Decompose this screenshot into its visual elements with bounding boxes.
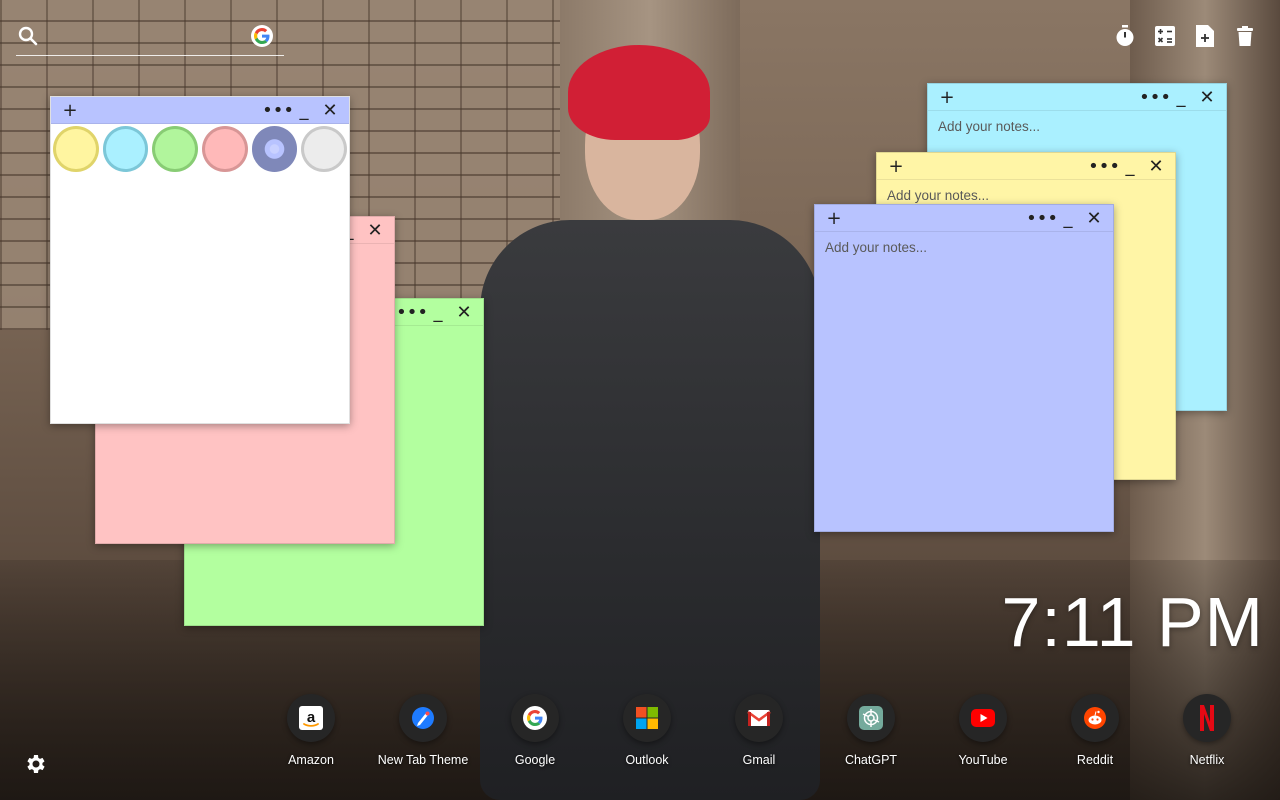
minimize-note-button[interactable]: _ (1117, 154, 1143, 178)
note-header: + ••• _ ✕ (877, 153, 1175, 180)
note-textarea[interactable] (815, 232, 1113, 531)
color-palette (51, 124, 349, 174)
gear-icon[interactable] (24, 752, 48, 776)
color-swatch-gray[interactable] (301, 126, 348, 172)
minimize-note-button[interactable]: _ (425, 300, 451, 324)
clock: 7:11 PM (1001, 583, 1264, 661)
color-swatch-green[interactable] (152, 126, 199, 172)
add-note-button[interactable]: + (883, 154, 909, 178)
minimize-note-button[interactable]: _ (291, 98, 317, 122)
note-menu-button[interactable]: ••• (396, 300, 428, 324)
svg-text:a: a (307, 709, 316, 726)
search-input[interactable] (46, 24, 246, 50)
close-note-button[interactable]: ✕ (451, 300, 477, 324)
note-header: + ••• _ ✕ (928, 84, 1226, 111)
chatgpt-icon (847, 694, 895, 742)
note-header: + ••• _ ✕ (815, 205, 1113, 232)
note-menu-button[interactable]: ••• (1026, 206, 1058, 230)
shortcut-label: Gmail (742, 753, 776, 767)
netflix-icon (1183, 694, 1231, 742)
google-icon[interactable] (251, 25, 273, 47)
note-header: + ••• _ ✕ (51, 97, 349, 124)
note-menu-button[interactable]: ••• (1088, 154, 1120, 178)
shortcut-chatgpt[interactable]: ChatGPT (815, 694, 927, 767)
color-swatch-pink[interactable] (202, 126, 248, 172)
trash-icon[interactable] (1234, 24, 1256, 48)
note-menu-button[interactable]: ••• (262, 98, 294, 122)
wallpaper-person-hair (568, 45, 710, 140)
sticky-note-white[interactable]: + ••• _ ✕ (50, 96, 350, 424)
shortcut-new-tab-theme[interactable]: New Tab Theme (367, 694, 479, 767)
shortcut-label: ChatGPT (844, 753, 898, 767)
close-note-button[interactable]: ✕ (317, 98, 343, 122)
youtube-icon (959, 694, 1007, 742)
sticky-note-blue[interactable]: + ••• _ ✕ (814, 204, 1114, 532)
close-note-button[interactable]: ✕ (1081, 206, 1107, 230)
new-note-icon[interactable] (1194, 24, 1216, 48)
shortcut-gmail[interactable]: Gmail (703, 694, 815, 767)
top-toolbar (1114, 24, 1256, 48)
color-swatch-cyan[interactable] (102, 126, 149, 172)
note-menu-button[interactable]: ••• (1139, 85, 1171, 109)
calculator-icon[interactable] (1154, 24, 1176, 48)
shortcut-label: Netflix (1189, 753, 1225, 767)
shortcut-dock: a Amazon New Tab Theme Google Outlook Gm… (255, 694, 1265, 774)
minimize-note-button[interactable]: _ (1168, 85, 1194, 109)
shortcut-reddit[interactable]: Reddit (1039, 694, 1151, 767)
shortcut-label: New Tab Theme (377, 753, 469, 767)
add-note-button[interactable]: + (934, 85, 960, 109)
new-tab-theme-icon (399, 694, 447, 742)
search-icon[interactable] (18, 26, 38, 46)
shortcut-google[interactable]: Google (479, 694, 591, 767)
shortcut-netflix[interactable]: Netflix (1151, 694, 1263, 767)
microsoft-icon (623, 694, 671, 742)
timer-icon[interactable] (1114, 24, 1136, 48)
shortcut-label: YouTube (958, 753, 1008, 767)
shortcut-label: Reddit (1076, 753, 1114, 767)
shortcut-youtube[interactable]: YouTube (927, 694, 1039, 767)
close-note-button[interactable]: ✕ (362, 218, 388, 242)
add-note-button[interactable]: + (821, 206, 847, 230)
amazon-icon: a (287, 694, 335, 742)
shortcut-label: Amazon (288, 753, 334, 767)
close-note-button[interactable]: ✕ (1194, 85, 1220, 109)
shortcut-outlook[interactable]: Outlook (591, 694, 703, 767)
shortcut-label: Outlook (625, 753, 669, 767)
color-swatch-blue[interactable] (251, 126, 298, 172)
reddit-icon (1071, 694, 1119, 742)
close-note-button[interactable]: ✕ (1143, 154, 1169, 178)
minimize-note-button[interactable]: _ (1055, 206, 1081, 230)
add-note-button[interactable]: + (57, 98, 83, 122)
color-swatch-yellow[interactable] (53, 126, 99, 172)
search-bar (16, 22, 284, 56)
google-icon (511, 694, 559, 742)
gmail-icon (735, 694, 783, 742)
shortcut-amazon[interactable]: a Amazon (255, 694, 367, 767)
shortcut-label: Google (514, 753, 556, 767)
